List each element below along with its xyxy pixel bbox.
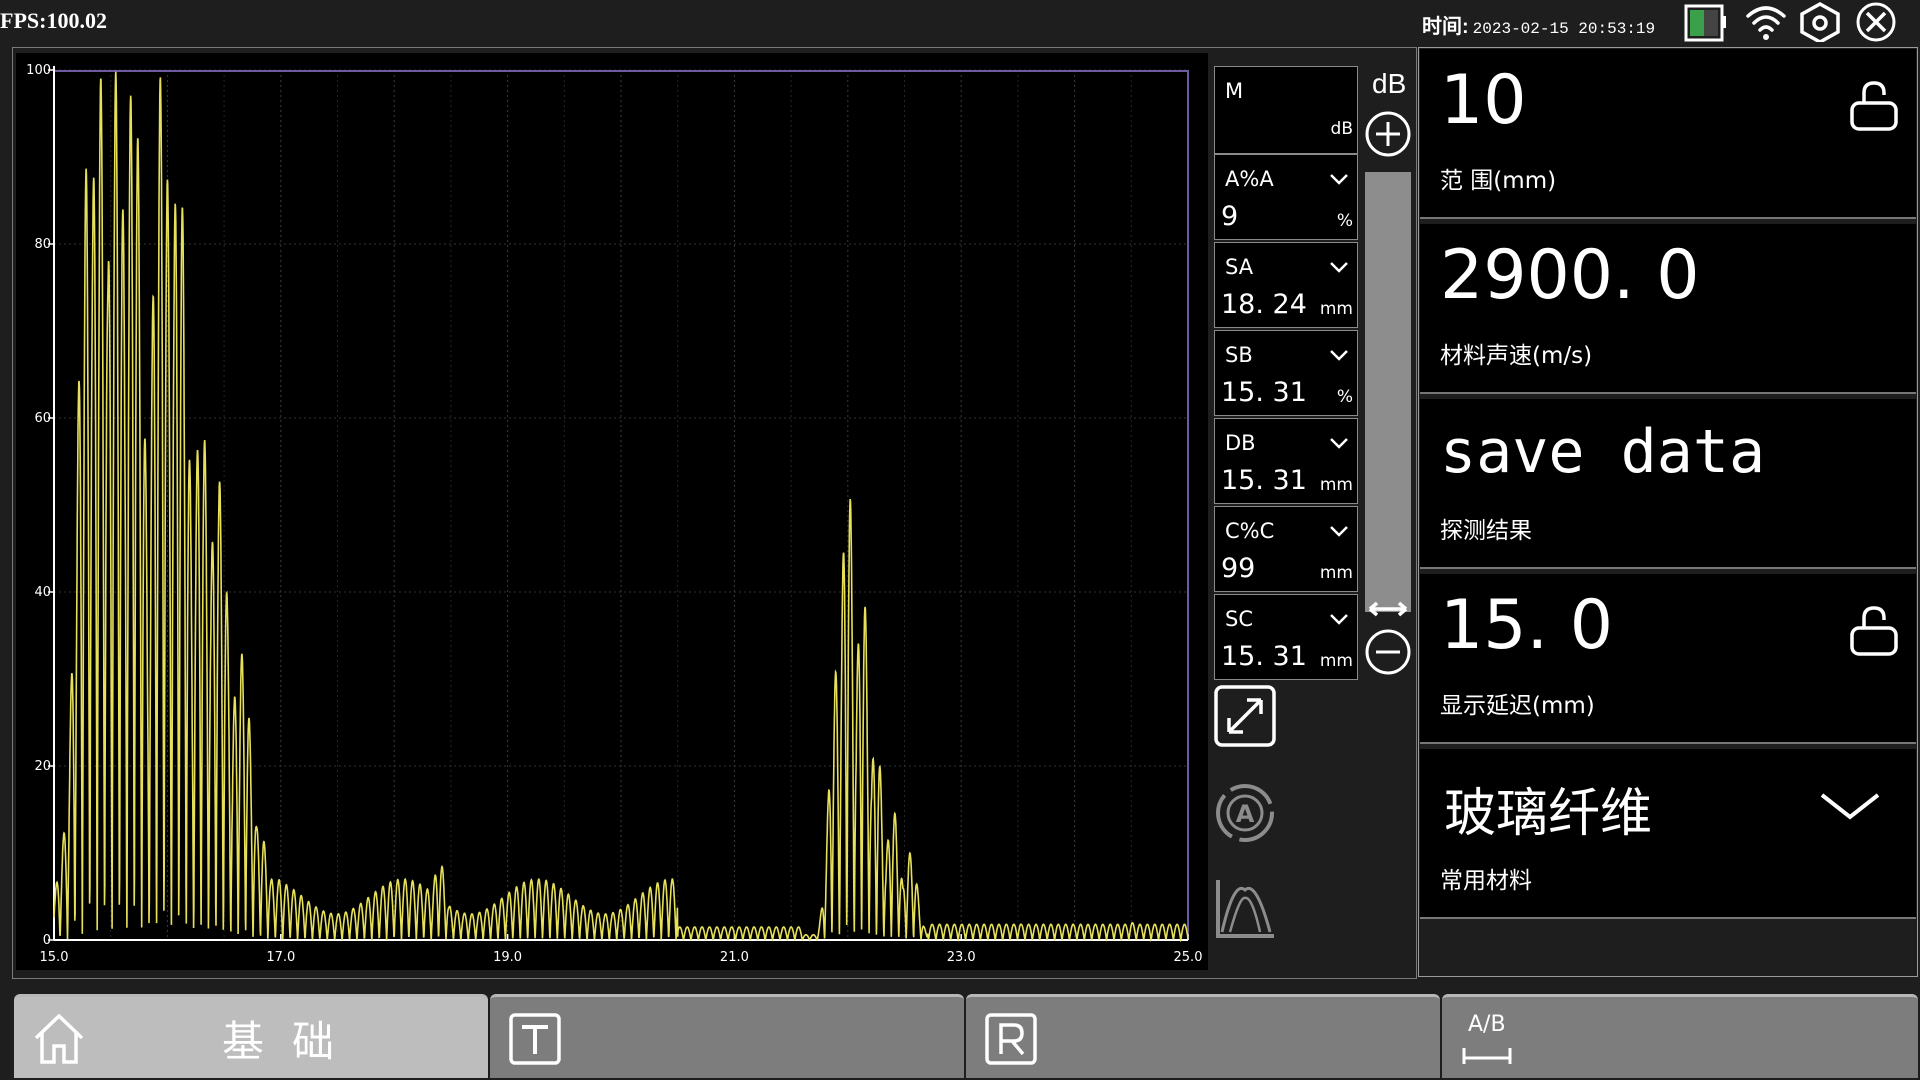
param-save[interactable]: save data 探测结果: [1420, 399, 1916, 569]
measure-label: SA: [1225, 255, 1254, 279]
measure-value: 15. 31: [1221, 377, 1307, 408]
y-tick-label: 100: [26, 63, 51, 78]
y-tick-label: 0: [43, 933, 51, 948]
measure-unit: mm: [1319, 475, 1353, 495]
y-tick-label: 60: [34, 411, 51, 426]
measure-cell-aa[interactable]: A%A 9%: [1214, 154, 1358, 240]
material-value: 玻璃纤维: [1444, 784, 1653, 844]
measure-unit: mm: [1319, 299, 1353, 319]
r-box-icon: [985, 1013, 1037, 1065]
velocity-value: 2900. 0: [1440, 236, 1700, 315]
measure-value: 15. 31: [1221, 641, 1307, 672]
clock: 时间: 2023-02-15 20:53:19: [1422, 10, 1655, 39]
y-tick-label: 40: [34, 585, 51, 600]
x-tick-label: 15.0: [40, 950, 69, 965]
measure-value: 15. 31: [1221, 465, 1307, 496]
range-value: 10: [1440, 61, 1527, 140]
x-tick-label: 21.0: [720, 950, 749, 965]
measure-label: A%A: [1225, 167, 1274, 191]
home-icon: [34, 1013, 84, 1064]
auto-a-icon[interactable]: A: [1212, 780, 1278, 846]
battery-icon: [1684, 4, 1726, 42]
param-delay[interactable]: 15. 0 显示延迟(mm): [1420, 574, 1916, 744]
unlock-icon[interactable]: [1846, 77, 1902, 133]
svg-text:A: A: [1236, 800, 1255, 828]
delay-value: 15. 0: [1440, 586, 1614, 665]
chevron-down-icon[interactable]: [1329, 613, 1349, 625]
measure-cell-db[interactable]: DB 15. 31 mm: [1214, 418, 1358, 504]
chevron-down-icon[interactable]: [1329, 349, 1349, 361]
x-tick-label: 25.0: [1174, 950, 1203, 965]
t-box-icon: [509, 1013, 561, 1065]
measure-mode-label: M: [1225, 79, 1244, 103]
gain-label: dB: [1372, 68, 1407, 99]
time-value: 2023-02-15 20:53:19: [1472, 20, 1656, 38]
x-tick-label: 19.0: [493, 950, 522, 965]
time-label: 时间:: [1422, 16, 1469, 38]
tab-basic-label: 基础: [222, 1018, 363, 1065]
fps-readout: FPS:100.02: [0, 8, 107, 33]
unlock-icon[interactable]: [1846, 602, 1902, 658]
expand-icon[interactable]: [1213, 684, 1277, 748]
measure-unit: mm: [1319, 563, 1353, 583]
chevron-down-icon[interactable]: [1329, 437, 1349, 449]
gain-plus-icon[interactable]: [1364, 110, 1412, 158]
a-scan-chart: 0 20 40 60 80 100 15.0 17.0 19.0 21.0 23.0 25.0: [26, 63, 1203, 965]
tab-ab-label: A/B: [1468, 1012, 1506, 1037]
measure-value: 18. 24: [1221, 289, 1307, 320]
velocity-label: 材料声速(m/s): [1440, 343, 1593, 369]
measure-label: C%C: [1225, 519, 1275, 543]
y-tick-label: 20: [34, 759, 51, 774]
chevron-down-icon[interactable]: [1329, 525, 1349, 537]
measure-cell-cc[interactable]: C%C 99 mm: [1214, 506, 1358, 592]
chevron-down-icon[interactable]: [1818, 789, 1882, 823]
material-label: 常用材料: [1440, 868, 1532, 894]
measure-cell-sb[interactable]: SB 15. 31%: [1214, 330, 1358, 416]
settings-hex-icon[interactable]: [1798, 2, 1842, 42]
param-velocity[interactable]: 2900. 0 材料声速(m/s): [1420, 224, 1916, 394]
delay-label: 显示延迟(mm): [1440, 693, 1595, 719]
measure-value: 99: [1221, 553, 1256, 584]
gain-slider-track[interactable]: [1365, 172, 1411, 612]
x-tick-label: 17.0: [266, 950, 295, 965]
save-data-button[interactable]: save data: [1440, 417, 1765, 487]
y-tick-label: 80: [34, 237, 51, 252]
param-material[interactable]: 玻璃纤维 常用材料: [1420, 749, 1916, 919]
gain-minus-icon[interactable]: [1364, 628, 1412, 676]
measure-cell-sc[interactable]: SC 15. 31 mm: [1214, 594, 1358, 680]
measure-mode-unit: dB: [1330, 119, 1353, 139]
measure-label: DB: [1225, 431, 1256, 455]
measure-label: SC: [1225, 607, 1253, 631]
envelope-icon[interactable]: [1212, 876, 1278, 942]
a-scan-display[interactable]: 0 20 40 60 80 100 15.0 17.0 19.0 21.0 23.0 25.0: [16, 53, 1208, 970]
measure-unit: mm: [1319, 651, 1353, 671]
measure-value: 9: [1221, 201, 1239, 232]
detect-result-label: 探测结果: [1440, 518, 1532, 544]
chevron-down-icon[interactable]: [1329, 261, 1349, 273]
range-label: 范 围(mm): [1440, 168, 1557, 194]
chevron-down-icon[interactable]: [1329, 173, 1349, 185]
close-icon[interactable]: [1854, 2, 1898, 42]
measure-unit: %: [1336, 387, 1353, 407]
measure-cell-sa[interactable]: SA 18. 24 mm: [1214, 242, 1358, 328]
gain-slider-handle-icon[interactable]: [1366, 598, 1410, 620]
measure-mode-cell[interactable]: M dB: [1214, 66, 1358, 154]
ab-range-icon: [1462, 1048, 1512, 1064]
x-tick-label: 23.0: [947, 950, 976, 965]
measure-unit: %: [1336, 211, 1353, 231]
param-range[interactable]: 10 范 围(mm): [1420, 49, 1916, 219]
measure-label: SB: [1225, 343, 1253, 367]
wifi-icon[interactable]: [1744, 2, 1788, 42]
